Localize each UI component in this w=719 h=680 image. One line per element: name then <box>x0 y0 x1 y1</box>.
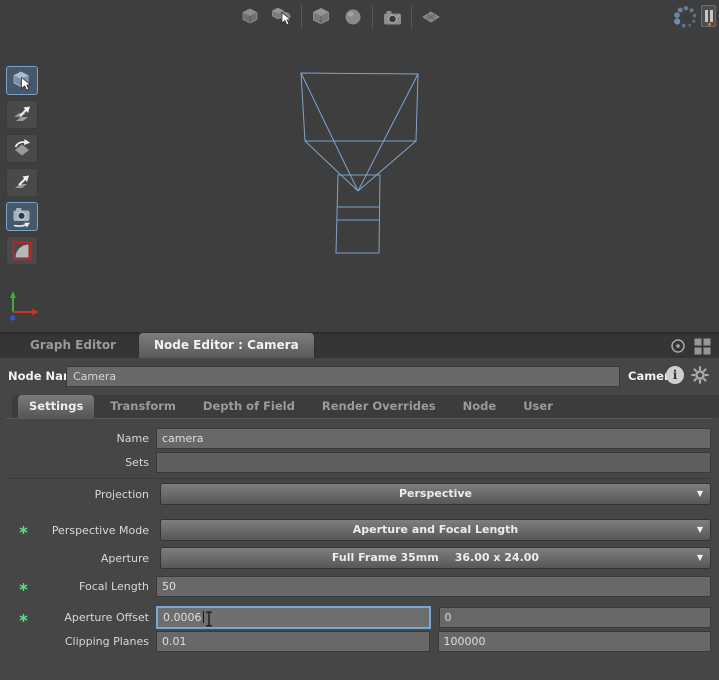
aperture-offset-x-value: 0.0006 <box>163 611 202 624</box>
modified-indicator-icon <box>19 582 28 591</box>
clipping-near-value: 0.01 <box>162 635 187 648</box>
viewport-toolbar <box>0 2 700 32</box>
tool-sidebar <box>6 66 38 265</box>
loading-spinner-icon <box>670 2 700 36</box>
pause-icon[interactable] <box>701 5 716 27</box>
tab-depth-of-field[interactable]: Depth of Field <box>192 395 306 418</box>
geometry-cube-icon[interactable] <box>308 4 334 30</box>
projection-label: Projection <box>6 488 156 501</box>
sets-row: Sets <box>6 452 713 473</box>
tab-node-editor[interactable]: Node Editor : Camera <box>138 332 315 358</box>
render-region-tool-icon[interactable] <box>6 236 38 265</box>
clipping-far-input[interactable]: 100000 <box>438 631 712 652</box>
focal-length-input[interactable]: 50 <box>156 576 711 597</box>
camera-navigation-tool-icon[interactable] <box>6 202 38 231</box>
name-label: Name <box>6 432 156 445</box>
chevron-down-icon: ▼ <box>697 520 703 540</box>
tab-transform[interactable]: Transform <box>99 395 187 418</box>
aperture-offset-y-value: 0 <box>445 611 452 624</box>
aperture-size-value: 36.00 x 24.00 <box>455 551 539 564</box>
toolbar-separator <box>372 5 373 29</box>
chevron-down-icon: ▼ <box>697 548 703 568</box>
scale-tool-icon[interactable] <box>6 168 38 197</box>
modified-indicator-icon <box>19 613 28 622</box>
axis-gizmo-icon <box>6 288 51 323</box>
projection-value: Perspective <box>399 487 472 500</box>
aperture-offset-row: Aperture Offset 0.0006 0 <box>6 606 713 629</box>
tab-graph-editor[interactable]: Graph Editor <box>18 333 128 358</box>
focal-length-row: Focal Length 50 <box>6 576 713 597</box>
aperture-offset-y-input[interactable]: 0 <box>439 607 712 628</box>
sphere-icon[interactable] <box>340 4 366 30</box>
application-window: Graph Editor Node Editor : Camera Node N… <box>0 0 719 680</box>
scene-cube-icon[interactable] <box>237 4 263 30</box>
node-name-row: Node Name Camera Camera <box>0 364 719 388</box>
ibeam-cursor-icon <box>204 611 214 627</box>
aperture-row: Aperture Full Frame 35mm 36.00 x 24.00 ▼ <box>6 547 713 569</box>
tab-render-overrides[interactable]: Render Overrides <box>311 395 447 418</box>
editor-tab-bar: Graph Editor Node Editor : Camera <box>0 332 719 358</box>
projection-row: Projection Perspective ▼ <box>6 483 713 505</box>
modified-indicator-icon <box>19 526 28 535</box>
perspective-mode-row: Perspective Mode Aperture and Focal Leng… <box>6 519 713 541</box>
name-value: camera <box>162 432 204 445</box>
tab-node[interactable]: Node <box>452 395 508 418</box>
plane-icon[interactable] <box>418 4 444 30</box>
node-name-input[interactable]: Camera <box>66 366 620 387</box>
tab-user[interactable]: User <box>512 395 564 418</box>
node-name-value: Camera <box>73 370 116 383</box>
camera-wireframe <box>280 60 440 260</box>
projection-dropdown[interactable]: Perspective ▼ <box>160 483 711 505</box>
select-tool-icon[interactable] <box>6 66 38 95</box>
toolbar-separator <box>301 5 302 29</box>
section-divider <box>6 478 713 479</box>
node-editor-panel: Node Name Camera Camera Settings <box>0 358 719 680</box>
chevron-down-icon: ▼ <box>697 484 703 504</box>
gear-icon[interactable] <box>691 366 709 384</box>
select-items-icon[interactable] <box>269 4 295 30</box>
clipping-planes-row: Clipping Planes 0.01 100000 <box>6 631 713 652</box>
aperture-offset-label: Aperture Offset <box>6 611 156 624</box>
name-input[interactable]: camera <box>156 428 711 449</box>
clipping-planes-label: Clipping Planes <box>6 635 156 648</box>
settings-tab-bar: Settings Transform Depth of Field Render… <box>12 395 719 418</box>
aperture-label: Aperture <box>6 552 156 565</box>
focal-length-value: 50 <box>162 580 176 593</box>
editor-header-icons <box>669 337 711 355</box>
focal-length-label: Focal Length <box>6 580 156 593</box>
camera-icon[interactable] <box>379 4 405 30</box>
perspective-mode-label: Perspective Mode <box>6 524 156 537</box>
tab-settings[interactable]: Settings <box>18 395 94 418</box>
layout-grid-icon[interactable] <box>694 338 711 355</box>
3d-viewport[interactable] <box>0 0 719 332</box>
clipping-near-input[interactable]: 0.01 <box>156 631 430 652</box>
rotate-tool-icon[interactable] <box>6 134 38 163</box>
record-dot <box>708 23 711 26</box>
info-icon[interactable] <box>666 366 684 384</box>
sets-input[interactable] <box>156 452 711 473</box>
clipping-far-value: 100000 <box>444 635 486 648</box>
aperture-dropdown[interactable]: Full Frame 35mm 36.00 x 24.00 ▼ <box>160 547 711 569</box>
target-icon[interactable] <box>669 337 687 355</box>
settings-content: Name camera Sets Projection Perspective … <box>6 418 713 680</box>
perspective-mode-dropdown[interactable]: Aperture and Focal Length ▼ <box>160 519 711 541</box>
perspective-mode-value: Aperture and Focal Length <box>353 523 518 536</box>
sets-label: Sets <box>6 456 156 469</box>
name-row: Name camera <box>6 428 713 449</box>
aperture-format-value: Full Frame 35mm <box>332 551 439 564</box>
aperture-offset-x-input[interactable]: 0.0006 <box>156 606 431 629</box>
translate-tool-icon[interactable] <box>6 100 38 129</box>
toolbar-separator <box>411 5 412 29</box>
